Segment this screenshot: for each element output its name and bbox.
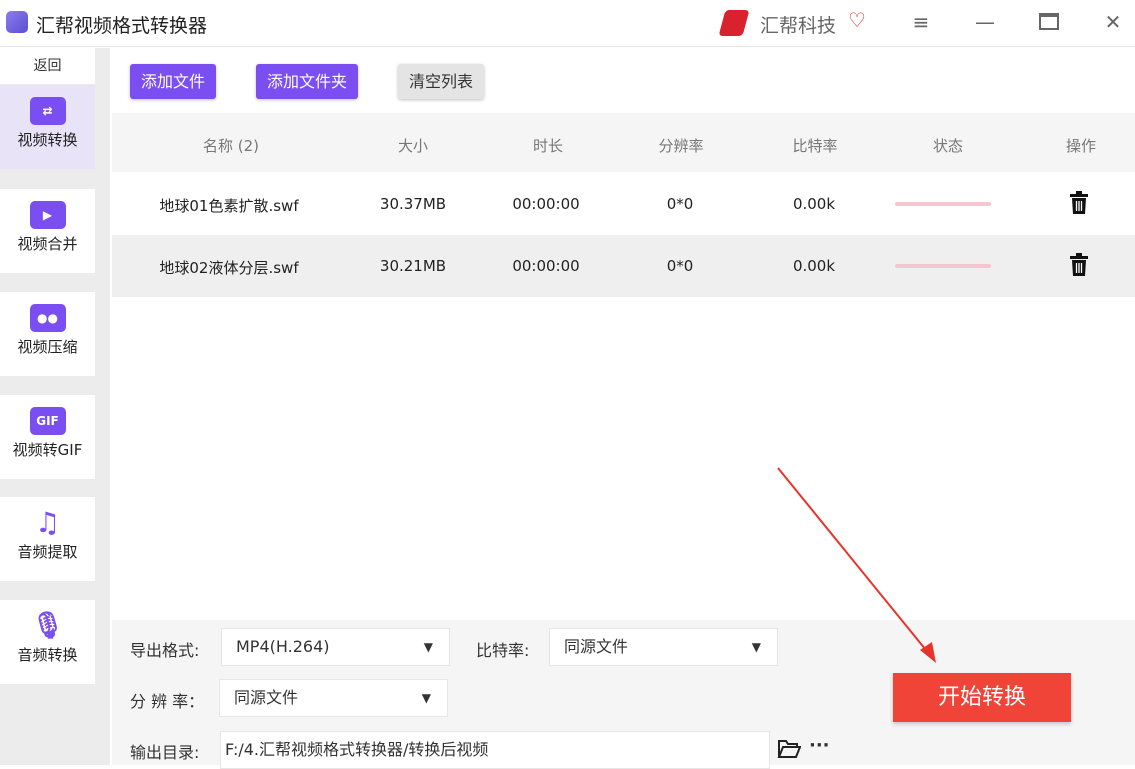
file-size: 30.21MB [379, 257, 447, 275]
trash-icon[interactable] [1069, 253, 1089, 277]
microphone-icon: 🎙 [30, 611, 64, 641]
minimize-button[interactable]: — [970, 10, 1000, 34]
video-compress-icon: ●● [29, 304, 66, 332]
sidebar-item-label: 音频提取 [17, 543, 78, 561]
sidebar-item-label: 视频压缩 [17, 338, 78, 356]
app-logo-icon [6, 11, 28, 33]
col-status: 状态 [932, 137, 964, 155]
music-note-icon: ♫ [34, 506, 61, 539]
vip-diamond-icon[interactable]: ♡ [848, 8, 866, 32]
sidebar-item-video-merge[interactable]: ▶ 视频合并 [0, 189, 95, 273]
trash-icon[interactable] [1069, 191, 1089, 215]
format-value: MP4(H.264) [236, 637, 330, 656]
menu-button[interactable]: ≡ [906, 10, 936, 34]
folder-icon[interactable] [777, 739, 801, 759]
table-header: 名称 (2) 大小 时长 分辨率 比特率 状态 操作 [112, 113, 1135, 172]
file-resolution: 0*0 [666, 195, 694, 213]
more-options-button[interactable]: ··· [809, 735, 830, 756]
file-size: 30.37MB [379, 195, 447, 213]
maximize-button[interactable] [1034, 10, 1064, 33]
sidebar-item-video-compress[interactable]: ●● 视频压缩 [0, 292, 95, 376]
sidebar-item-label: 音频转换 [17, 646, 78, 664]
resolution-select[interactable]: 同源文件 ▼ [219, 679, 448, 717]
sidebar-item-audio-convert[interactable]: 🎙 音频转换 [0, 600, 95, 684]
output-dir-input[interactable]: F:/4.汇帮视频格式转换器/转换后视频 [220, 731, 770, 769]
file-bitrate: 0.00k [792, 257, 836, 275]
add-file-button[interactable]: 添加文件 [130, 64, 217, 99]
sidebar-item-video-gif[interactable]: GIF 视频转GIF [0, 395, 95, 479]
bitrate-value: 同源文件 [564, 637, 629, 656]
file-name: 地球01色素扩散.swf [159, 197, 299, 215]
brand-name: 汇帮科技 [760, 15, 837, 37]
bitrate-select[interactable]: 同源文件 ▼ [549, 628, 778, 666]
chevron-down-icon: ▼ [421, 691, 431, 705]
sidebar-item-video-convert[interactable]: ⇄ 视频转换 [0, 85, 95, 169]
chevron-down-icon: ▼ [423, 640, 433, 654]
annotation-arrow-icon [777, 467, 936, 663]
add-folder-button[interactable]: 添加文件夹 [256, 64, 359, 99]
gif-icon: GIF [29, 407, 66, 435]
output-dir-label: 输出目录: [130, 743, 200, 762]
sidebar-item-label: 视频合并 [17, 235, 78, 253]
table-row[interactable]: 地球01色素扩散.swf 30.37MB 00:00:00 0*0 0.00k [112, 173, 1135, 235]
sidebar-item-label: 视频转换 [17, 131, 78, 149]
file-bitrate: 0.00k [792, 195, 836, 213]
app-title: 汇帮视频格式转换器 [36, 15, 208, 37]
format-select[interactable]: MP4(H.264) ▼ [221, 628, 450, 666]
video-convert-icon: ⇄ [29, 97, 66, 125]
progress-bar [895, 202, 991, 206]
back-button[interactable]: 返回 [0, 48, 95, 84]
file-name: 地球02液体分层.swf [159, 259, 299, 277]
start-convert-button[interactable]: 开始转换 [893, 673, 1071, 722]
sidebar-item-audio-extract[interactable]: ♫ 音频提取 [0, 497, 95, 581]
table-row[interactable]: 地球02液体分层.swf 30.21MB 00:00:00 0*0 0.00k [112, 235, 1135, 297]
bitrate-label: 比特率: [476, 641, 530, 660]
format-label: 导出格式: [130, 641, 200, 660]
clear-list-button[interactable]: 清空列表 [398, 64, 485, 99]
col-bitrate[interactable]: 比特率 [792, 135, 837, 156]
col-size[interactable]: 大小 [398, 135, 428, 156]
resolution-value: 同源文件 [234, 688, 299, 707]
close-button[interactable]: ✕ [1098, 10, 1128, 34]
file-duration: 00:00:00 [512, 195, 580, 213]
video-merge-icon: ▶ [29, 201, 66, 229]
col-action: 操作 [1065, 137, 1097, 155]
col-duration[interactable]: 时长 [533, 135, 563, 156]
resolution-label: 分 辨 率： [130, 692, 205, 711]
sidebar-item-label: 视频转GIF [12, 441, 83, 459]
file-duration: 00:00:00 [512, 257, 580, 275]
col-resolution[interactable]: 分辨率 [658, 135, 703, 156]
col-name[interactable]: 名称 (2) [203, 135, 259, 156]
chevron-down-icon: ▼ [751, 640, 761, 654]
file-resolution: 0*0 [666, 257, 694, 275]
progress-bar [895, 264, 991, 268]
